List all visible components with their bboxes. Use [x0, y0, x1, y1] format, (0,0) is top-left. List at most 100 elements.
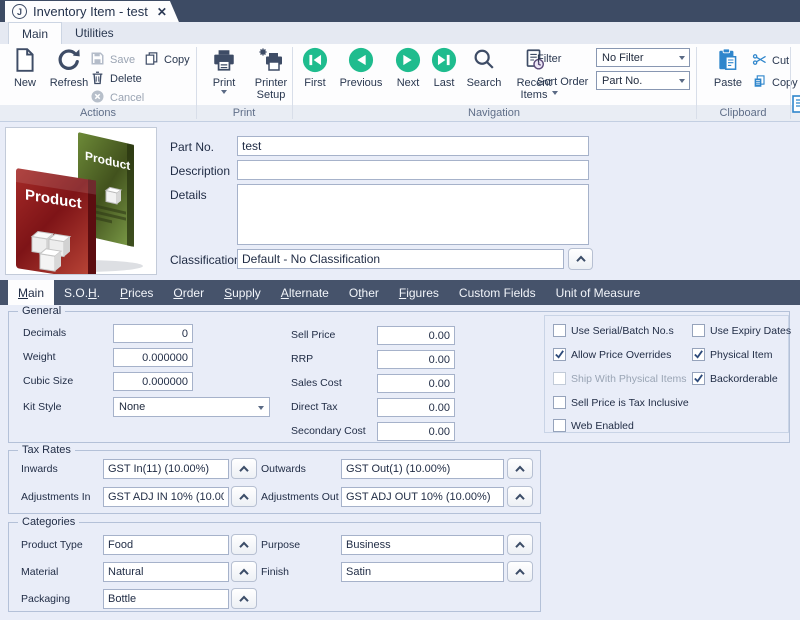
purpose-lookup-button[interactable] [507, 534, 533, 555]
product-type-lookup-button[interactable] [231, 534, 257, 555]
last-record-icon [431, 47, 457, 76]
direct-tax-input[interactable] [377, 398, 455, 417]
check-mark-icon [694, 350, 703, 359]
printer-setup-button[interactable]: Printer Setup [246, 47, 296, 101]
product-image[interactable]: Product Product [5, 127, 157, 281]
paste-button[interactable]: Paste [706, 47, 750, 89]
checkbox-physical-item[interactable]: Physical Item [692, 348, 772, 361]
sell-price-input[interactable] [377, 326, 455, 345]
search-button[interactable]: Search [462, 47, 506, 89]
checkbox-box-icon [692, 348, 705, 361]
adjustments-in-input[interactable] [103, 487, 229, 507]
sort-order-combobox[interactable]: Part No. [596, 71, 690, 90]
finish-input[interactable] [341, 562, 504, 582]
page-tab-prices[interactable]: Prices [110, 280, 163, 305]
adjustments-out-lookup-button[interactable] [507, 486, 533, 507]
classification-input[interactable] [237, 249, 564, 269]
weight-input[interactable] [113, 348, 193, 367]
app-logo-icon: J [12, 4, 27, 19]
packaging-lookup-button[interactable] [231, 588, 257, 609]
tax-rates-caption: Tax Rates [18, 444, 75, 456]
classification-lookup-button[interactable] [568, 248, 593, 270]
page-tab-s-o-h[interactable]: S.O. H. [54, 280, 110, 305]
search-icon [471, 47, 497, 76]
decimals-input[interactable] [113, 324, 193, 343]
page-tab-figures[interactable]: Figures [389, 280, 449, 305]
sort-order-label: Sort Order [537, 76, 589, 88]
cancel-button[interactable]: Cancel [90, 89, 144, 107]
details-label: Details [170, 188, 207, 202]
material-lookup-button[interactable] [231, 561, 257, 582]
description-input[interactable] [237, 160, 589, 180]
checkbox-sell-price-is-tax-inclusive[interactable]: Sell Price is Tax Inclusive [553, 396, 689, 409]
last-button[interactable]: Last [428, 47, 460, 89]
chevron-up-icon [239, 595, 249, 602]
checkbox-use-serial-batch-no-s[interactable]: Use Serial/Batch No.s [553, 324, 674, 337]
outwards-label: Outwards [261, 463, 306, 475]
product-type-input[interactable] [103, 535, 229, 555]
checkbox-web-enabled[interactable]: Web Enabled [553, 419, 634, 432]
classification-label: Classification [170, 253, 241, 267]
new-button[interactable]: New [4, 47, 46, 89]
checkbox-backorderable[interactable]: Backorderable [692, 372, 778, 385]
recent-items-dropdown-caret-icon [552, 91, 558, 95]
page-tab-unit-of-measure[interactable]: Unit of Measure [546, 280, 651, 305]
material-input[interactable] [103, 562, 229, 582]
cancel-circle-icon [90, 89, 105, 107]
packaging-input[interactable] [103, 589, 229, 609]
kit-style-combobox[interactable]: None [113, 397, 270, 417]
adjustments-out-input[interactable] [341, 487, 504, 507]
refresh-button[interactable]: Refresh [46, 47, 92, 89]
description-label: Description [170, 164, 231, 178]
inwards-input[interactable] [103, 459, 229, 479]
page-tab-supply[interactable]: Supply [214, 280, 271, 305]
secondary-cost-input[interactable] [377, 422, 455, 441]
cubic-size-label: Cubic Size [23, 375, 74, 387]
save-button[interactable]: Save [90, 51, 135, 69]
print-button[interactable]: Print [204, 47, 244, 94]
purpose-input[interactable] [341, 535, 504, 555]
page-tab-alternate[interactable]: Alternate [271, 280, 339, 305]
save-floppy-icon [90, 51, 105, 69]
rrp-input[interactable] [377, 350, 455, 369]
close-icon[interactable]: ✕ [157, 5, 167, 19]
cubic-size-input[interactable] [113, 372, 193, 391]
direct-tax-label: Direct Tax [291, 401, 338, 413]
refresh-icon [56, 47, 82, 76]
packaging-label: Packaging [21, 593, 71, 605]
page-tab-custom-fields[interactable]: Custom Fields [449, 280, 546, 305]
finish-lookup-button[interactable] [507, 561, 533, 582]
copy-button[interactable]: Copy [144, 51, 190, 69]
checkbox-allow-price-overrides[interactable]: Allow Price Overrides [553, 348, 671, 361]
checkbox-ship-with-physical-items[interactable]: Ship With Physical Items [553, 372, 687, 385]
page-tab-order[interactable]: Order [163, 280, 214, 305]
chevron-up-icon [575, 255, 586, 262]
sales-cost-input[interactable] [377, 374, 455, 393]
kit-style-caret-icon [258, 406, 264, 410]
outwards-input[interactable] [341, 459, 504, 479]
material-label: Material [21, 566, 59, 578]
document-tab-inventory-item[interactable]: J Inventory Item - test ✕ [5, 1, 179, 22]
adjustments-in-lookup-button[interactable] [231, 486, 257, 507]
part-no-input[interactable] [237, 136, 589, 156]
checkbox-use-expiry-dates[interactable]: Use Expiry Dates [692, 324, 791, 337]
filter-combobox[interactable]: No Filter [596, 48, 690, 67]
first-button[interactable]: First [296, 47, 334, 89]
ribbon-tab-utilities[interactable]: Utilities [62, 22, 127, 43]
previous-button[interactable]: Previous [334, 47, 388, 89]
outwards-lookup-button[interactable] [507, 458, 533, 479]
next-button[interactable]: Next [390, 47, 426, 89]
details-textarea[interactable] [237, 184, 589, 245]
item-flags-panel: Use Serial/Batch No.s Allow Price Overrid… [544, 315, 791, 433]
inwards-lookup-button[interactable] [231, 458, 257, 479]
page-tab-other[interactable]: Ot her [339, 280, 389, 305]
delete-button[interactable]: Delete [90, 70, 142, 88]
page-tab-main[interactable]: Main [8, 280, 55, 305]
document-tab-title: Inventory Item - test [33, 4, 148, 19]
checkbox-box-icon [553, 419, 566, 432]
previous-record-icon [348, 47, 374, 76]
cut-button[interactable]: Cut [752, 52, 789, 70]
ribbon-tab-main[interactable]: Main [8, 22, 63, 45]
print-dropdown-caret-icon [221, 90, 227, 94]
chevron-up-icon [239, 493, 249, 500]
